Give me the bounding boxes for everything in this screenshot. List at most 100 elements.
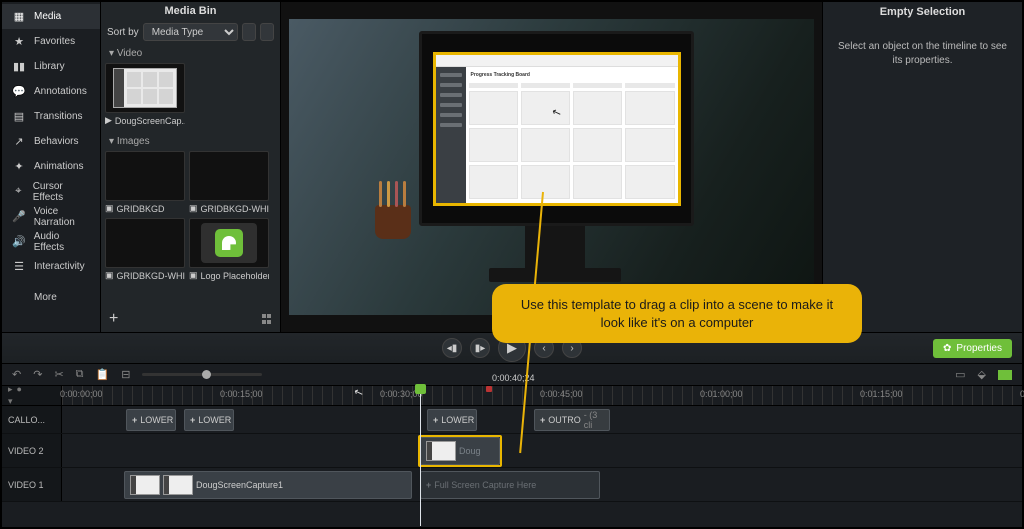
rail-label: More — [34, 292, 57, 303]
magnet-button[interactable]: ⬙ — [978, 368, 986, 381]
rail-animations[interactable]: ✦ Animations — [2, 154, 100, 179]
rail-more[interactable]: More — [2, 285, 100, 310]
rail-label: Annotations — [34, 86, 87, 97]
rail-label: Library — [34, 61, 65, 72]
rail-annotations[interactable]: 💬 Annotations — [2, 79, 100, 104]
next-frame-button[interactable]: ▮▸ — [470, 338, 490, 358]
grid-view-button[interactable] — [262, 314, 272, 324]
media-icon: ▦ — [12, 10, 26, 23]
annotation-icon: 💬 — [12, 85, 26, 98]
ruler-tick-label: 0:00:00;00 — [60, 389, 103, 399]
zoom-slider[interactable] — [142, 373, 262, 376]
video-section-header: ▾ Video — [101, 44, 280, 63]
track-video2: VIDEO 2 Doug — [2, 434, 1022, 468]
sort-filter-button[interactable] — [260, 23, 274, 41]
rail-label: Voice Narration — [34, 206, 90, 228]
track-header[interactable]: VIDEO 2 — [2, 434, 62, 467]
dropzone-monitor-screen[interactable]: Progress Tracking Board ↖ — [433, 52, 681, 206]
marker-toggle-button[interactable]: ▭ — [955, 368, 965, 381]
clip-video2[interactable]: Doug — [420, 437, 500, 465]
lock-icon[interactable]: ● — [17, 384, 22, 395]
rail-behaviors[interactable]: ↗ Behaviors — [2, 129, 100, 154]
undo-button[interactable]: ↶ — [12, 368, 21, 381]
sort-label: Sort by — [107, 27, 139, 38]
playhead-timecode: 0:00:40;24 — [492, 373, 535, 383]
clip-lower[interactable]: +LOWER — [184, 409, 234, 431]
rail-library[interactable]: ▮▮ Library — [2, 54, 100, 79]
image-icon: ▣ — [189, 203, 198, 214]
media-bin-title: Media Bin — [101, 2, 280, 20]
marker[interactable] — [486, 386, 492, 392]
rail-label: Animations — [34, 161, 83, 172]
rail-label: Media — [34, 11, 61, 22]
track-lane[interactable]: DougScreenCapture1 +Full Screen Capture … — [62, 468, 1022, 501]
video-icon: ▶ — [105, 115, 112, 126]
ruler-tick-label: 0:01:30;00 — [1020, 389, 1024, 399]
prev-frame-button[interactable]: ◂▮ — [442, 338, 462, 358]
rail-label: Transitions — [34, 111, 83, 122]
track-lane[interactable]: +LOWER +LOWER +LOWER +OUTRO- (3 cli — [62, 406, 1022, 433]
timeline-ruler[interactable]: ▸● ▾ 0:00:40;24 0:00:00;000:00:15;000:00… — [2, 386, 1022, 406]
properties-panel: Empty Selection Select an object on the … — [822, 2, 1022, 332]
media-item-image[interactable]: ▣GRIDBKGD — [105, 151, 185, 214]
split-button[interactable]: ⊟ — [121, 368, 130, 381]
clip-video1[interactable]: DougScreenCapture1 — [124, 471, 412, 499]
properties-title: Empty Selection — [823, 2, 1022, 22]
animations-icon: ✦ — [12, 160, 26, 173]
ruler-tick-label: 0:01:15;00 — [860, 389, 903, 399]
add-media-button[interactable]: + — [109, 310, 118, 328]
rail-favorites[interactable]: ★ Favorites — [2, 29, 100, 54]
rail-voice-narration[interactable]: 🎤 Voice Narration — [2, 204, 100, 229]
collapse-icon[interactable]: ▸ — [8, 384, 13, 395]
media-item-image[interactable]: ▣GRIDBKGD-WHI... — [189, 151, 269, 214]
media-item-image[interactable]: ▣Logo Placeholder — [189, 218, 269, 281]
gear-icon: ✿ — [943, 343, 951, 354]
clip-placeholder[interactable]: +Full Screen Capture Here — [420, 471, 600, 499]
rail-interactivity[interactable]: ☰ Interactivity — [2, 254, 100, 279]
interactivity-icon: ☰ — [12, 260, 26, 273]
canvas-preview[interactable]: Progress Tracking Board ↖ — [281, 2, 822, 332]
clip-outro[interactable]: +OUTRO- (3 cli — [534, 409, 610, 431]
transitions-icon: ▤ — [12, 110, 26, 123]
rail-audio-effects[interactable]: 🔊 Audio Effects — [2, 229, 100, 254]
cursor-icon: ⌖ — [12, 185, 25, 198]
rail-cursor-effects[interactable]: ⌖ Cursor Effects — [2, 179, 100, 204]
paste-button[interactable]: 📋 — [96, 368, 110, 381]
rail-transitions[interactable]: ▤ Transitions — [2, 104, 100, 129]
track-lane[interactable]: Doug — [62, 434, 1022, 467]
copy-button[interactable]: ⧉ — [76, 368, 84, 381]
properties-message: Select an object on the timeline to see … — [823, 22, 1022, 86]
pencil-cup — [375, 205, 411, 239]
track-header[interactable]: VIDEO 1 — [2, 468, 62, 501]
ruler-tick-label: 0:00:15;00 — [220, 389, 263, 399]
monitor-base — [489, 268, 621, 282]
image-icon: ▣ — [105, 203, 114, 214]
scene: Progress Tracking Board ↖ — [289, 19, 814, 315]
mic-icon: 🎤 — [12, 210, 26, 223]
track-callouts: CALLO... +LOWER +LOWER +LOWER +OUTRO- (3… — [2, 406, 1022, 434]
rail-label: Audio Effects — [34, 231, 90, 253]
track-header[interactable]: CALLO... — [2, 406, 62, 433]
monitor: Progress Tracking Board ↖ — [419, 31, 694, 226]
image-icon: ▣ — [189, 270, 198, 281]
sort-direction-button[interactable] — [242, 23, 256, 41]
rail-media[interactable]: ▦ Media — [2, 4, 100, 29]
monitor-stand — [525, 226, 585, 274]
playhead[interactable] — [420, 386, 421, 526]
rail-label: Interactivity — [34, 261, 85, 272]
media-item-video[interactable]: ▶DougScreenCap... — [105, 63, 185, 126]
images-section-header: ▾ Images — [101, 132, 280, 151]
redo-button[interactable]: ↷ — [33, 368, 42, 381]
properties-button[interactable]: ✿ Properties — [933, 339, 1012, 358]
image-icon: ▣ — [105, 270, 114, 281]
sort-select[interactable]: Media Type — [143, 23, 238, 41]
timeline-end-indicator — [998, 370, 1012, 380]
media-bin-panel: Media Bin Sort by Media Type ▾ Video ▶Do… — [101, 2, 281, 332]
clip-lower[interactable]: +LOWER — [126, 409, 176, 431]
cut-button[interactable]: ✂ — [54, 368, 63, 381]
tool-rail: ▦ Media ★ Favorites ▮▮ Library 💬 Annotat… — [2, 2, 101, 332]
annotation-callout: Use this template to drag a clip into a … — [492, 284, 862, 343]
media-item-image[interactable]: ▣GRIDBKGD-WHI... — [105, 218, 185, 281]
track-video1: VIDEO 1 DougScreenCapture1 +Full Screen … — [2, 468, 1022, 502]
clip-lower[interactable]: +LOWER — [427, 409, 477, 431]
